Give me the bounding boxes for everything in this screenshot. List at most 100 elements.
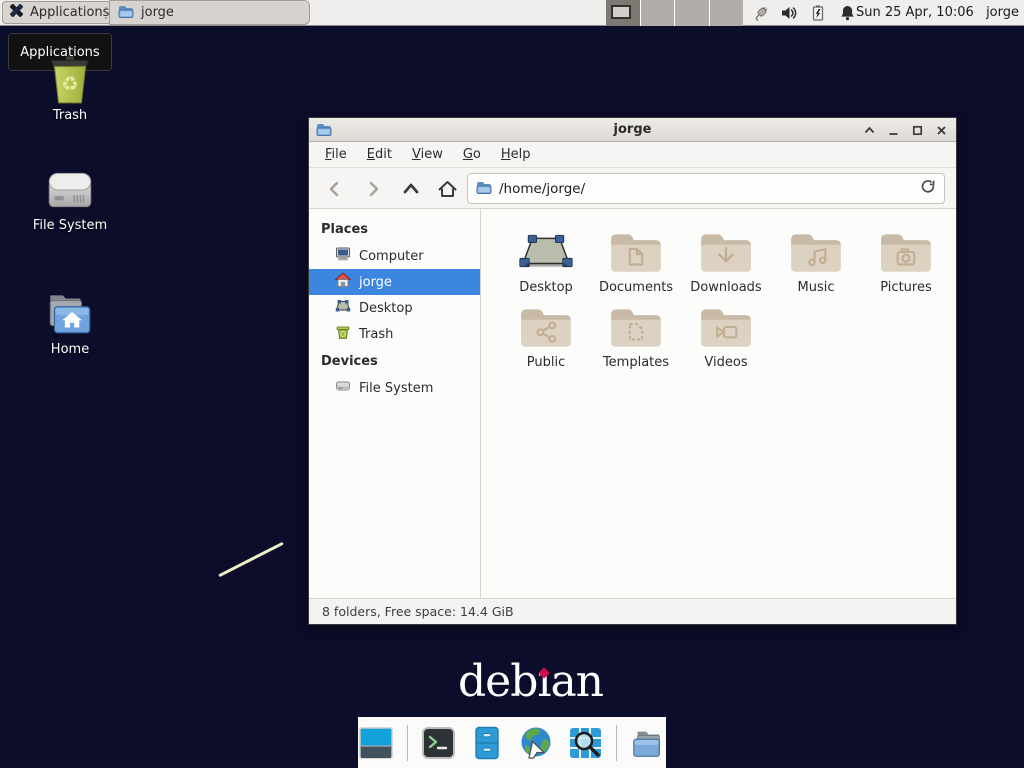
desktop-icon-file-system[interactable]: File System <box>14 168 126 233</box>
file-label: Templates <box>591 355 681 370</box>
system-tray <box>750 0 857 26</box>
desktop-surface-icon <box>501 228 591 274</box>
sidebar-header-places: Places <box>309 215 480 243</box>
file-label: Public <box>501 355 591 370</box>
drive-mini-icon <box>335 378 351 398</box>
menubar: File Edit View Go Help <box>309 142 956 168</box>
menu-edit[interactable]: Edit <box>357 144 402 165</box>
workspace-pager[interactable] <box>606 0 743 26</box>
sidebar-item-label: Desktop <box>359 301 413 316</box>
panel-clock[interactable]: Sun 25 Apr, 10:06 <box>856 0 974 26</box>
file-item-pictures[interactable]: Pictures <box>861 228 951 295</box>
terminal-icon[interactable] <box>421 725 457 761</box>
sidebar: Places Computer <box>309 209 481 598</box>
file-grid: Desktop Documents <box>501 228 956 378</box>
xfce-applications-icon <box>8 2 25 23</box>
desktop-mini-icon <box>335 298 351 318</box>
window-folder-icon <box>316 122 332 140</box>
sidebar-item-trash[interactable]: Trash <box>309 321 480 347</box>
file-label: Downloads <box>681 280 771 295</box>
back-button[interactable] <box>323 177 347 201</box>
bottom-dock <box>358 717 666 768</box>
shade-button[interactable] <box>862 123 876 137</box>
show-desktop-icon[interactable] <box>358 725 394 761</box>
workspace-window-thumb <box>611 5 631 19</box>
file-item-public[interactable]: Public <box>501 303 591 370</box>
volume-icon[interactable] <box>779 3 799 23</box>
minimize-button[interactable] <box>886 123 900 137</box>
sidebar-item-label: jorge <box>359 275 392 290</box>
toolbar: /home/jorge/ <box>309 168 956 209</box>
path-bar[interactable]: /home/jorge/ <box>467 173 945 204</box>
maximize-button[interactable] <box>910 123 924 137</box>
music-folder-icon <box>771 228 861 274</box>
desktop-icon-trash[interactable]: ♻ Trash <box>14 54 126 123</box>
documents-folder-icon <box>591 228 681 274</box>
file-item-desktop[interactable]: Desktop <box>501 228 591 295</box>
folder-icon <box>118 4 134 22</box>
applications-menu-label: Applications <box>30 5 109 20</box>
sidebar-item-desktop[interactable]: Desktop <box>309 295 480 321</box>
window-titlebar[interactable]: jorge <box>309 118 956 142</box>
menu-view[interactable]: View <box>402 144 453 165</box>
file-label: Pictures <box>861 280 951 295</box>
trash-mini-icon <box>335 324 351 344</box>
sidebar-item-label: Computer <box>359 249 424 264</box>
taskbar-window-label: jorge <box>141 5 174 20</box>
file-item-documents[interactable]: Documents <box>591 228 681 295</box>
menu-go[interactable]: Go <box>453 144 491 165</box>
file-item-templates[interactable]: Templates <box>591 303 681 370</box>
sidebar-item-jorge[interactable]: jorge <box>309 269 480 295</box>
svg-text:♻: ♻ <box>61 72 79 95</box>
home-button[interactable] <box>435 177 459 201</box>
file-label: Videos <box>681 355 771 370</box>
window-content: Places Computer <box>309 209 956 598</box>
file-manager-window: jorge File Edit View Go Help <box>308 117 957 625</box>
sidebar-item-file-system[interactable]: File System <box>309 375 480 401</box>
reload-icon[interactable] <box>920 179 936 199</box>
file-view[interactable]: Desktop Documents <box>481 209 956 598</box>
trash-can-icon: ♻ <box>14 54 126 104</box>
up-button[interactable] <box>399 177 423 201</box>
public-folder-icon <box>501 303 591 349</box>
templates-folder-icon <box>591 303 681 349</box>
close-button[interactable] <box>934 123 948 137</box>
status-text: 8 folders, Free space: 14.4 GiB <box>322 604 514 619</box>
window-title: jorge <box>309 122 956 137</box>
app-finder-icon[interactable] <box>567 725 603 761</box>
wallpaper-scratch-line <box>218 542 284 577</box>
desktop-icon-home[interactable]: Home <box>14 288 126 357</box>
downloads-folder-icon <box>681 228 771 274</box>
applications-menu-button[interactable]: Applications <box>2 1 119 24</box>
battery-icon[interactable] <box>808 3 828 23</box>
file-cabinet-icon[interactable] <box>470 725 506 761</box>
path-text[interactable]: /home/jorge/ <box>499 181 913 197</box>
sidebar-item-label: File System <box>359 381 433 396</box>
file-item-videos[interactable]: Videos <box>681 303 771 370</box>
panel-username[interactable]: jorge <box>986 0 1019 26</box>
dock-separator <box>616 725 617 761</box>
home-icon <box>335 272 351 292</box>
forward-button[interactable] <box>361 177 385 201</box>
sidebar-item-computer[interactable]: Computer <box>309 243 480 269</box>
workspace-3[interactable] <box>674 0 709 26</box>
computer-icon <box>335 246 351 266</box>
file-label: Desktop <box>501 280 591 295</box>
menu-file[interactable]: File <box>315 144 357 165</box>
panel-separator-handle[interactable] <box>104 7 107 19</box>
network-plug-icon[interactable] <box>750 3 770 23</box>
taskbar-window-button[interactable]: jorge <box>109 0 310 25</box>
file-item-music[interactable]: Music <box>771 228 861 295</box>
file-label: Documents <box>591 280 681 295</box>
dock-separator <box>407 725 408 761</box>
file-item-downloads[interactable]: Downloads <box>681 228 771 295</box>
debian-wordmark: debıan <box>458 660 603 704</box>
web-browser-icon[interactable] <box>518 725 554 761</box>
desktop-icon-label: File System <box>14 218 126 233</box>
workspace-1[interactable] <box>606 0 640 26</box>
dock-folder-icon[interactable] <box>630 725 666 761</box>
notification-bell-icon[interactable] <box>837 3 857 23</box>
workspace-2[interactable] <box>640 0 675 26</box>
workspace-4[interactable] <box>709 0 744 26</box>
menu-help[interactable]: Help <box>491 144 541 165</box>
